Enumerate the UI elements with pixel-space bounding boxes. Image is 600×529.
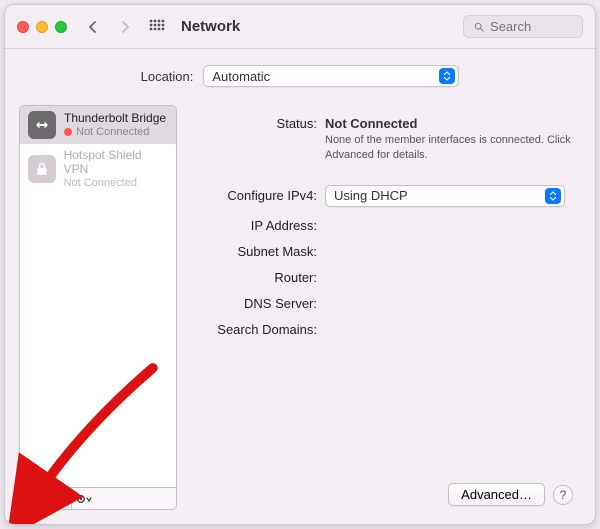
lock-icon (28, 155, 56, 183)
close-icon[interactable] (17, 21, 29, 33)
sidebar-footer (20, 487, 176, 509)
router-row: Router: (195, 267, 575, 285)
location-row: Location: Automatic (5, 49, 595, 101)
minimize-icon[interactable] (36, 21, 48, 33)
dns-server-row: DNS Server: (195, 293, 575, 311)
configure-ipv4-row: Configure IPv4: Using DHCP (195, 185, 575, 207)
router-label: Router: (195, 267, 325, 285)
sidebar-item-label: Thunderbolt Bridge (64, 112, 166, 126)
minus-icon (53, 493, 65, 505)
location-value: Automatic (212, 69, 270, 84)
sidebar-item-thunderbolt-bridge[interactable]: Thunderbolt Bridge Not Connected (20, 106, 176, 144)
search-domains-label: Search Domains: (195, 319, 325, 337)
details-panel: Status: Not Connected None of the member… (177, 105, 581, 510)
sidebar-item-hotspot-shield-vpn[interactable]: Hotspot Shield VPN Not Connected (20, 144, 176, 194)
body: Thunderbolt Bridge Not Connected Hotspot… (19, 105, 581, 510)
add-service-button[interactable] (20, 488, 46, 509)
configure-ipv4-value: Using DHCP (334, 188, 408, 203)
sidebar-item-status: Not Connected (64, 126, 166, 139)
service-actions-button[interactable] (72, 488, 98, 509)
plus-icon (27, 493, 39, 505)
configure-ipv4-select[interactable]: Using DHCP (325, 185, 565, 207)
search-field[interactable] (463, 15, 583, 38)
sidebar-item-texts: Thunderbolt Bridge Not Connected (64, 112, 166, 138)
sidebar-item-texts: Hotspot Shield VPN Not Connected (64, 149, 168, 189)
search-icon (474, 21, 484, 33)
thunderbolt-icon (28, 111, 56, 139)
page-title: Network (181, 18, 240, 35)
help-button[interactable]: ? (553, 485, 573, 505)
search-domains-row: Search Domains: (195, 319, 575, 337)
zoom-icon[interactable] (55, 21, 67, 33)
status-hint: None of the member interfaces is connect… (325, 133, 575, 163)
window-controls (17, 21, 67, 33)
show-all-button[interactable] (145, 15, 169, 39)
chevron-up-down-icon (545, 188, 561, 204)
sidebar-item-label: Hotspot Shield VPN (64, 149, 168, 177)
location-label: Location: (141, 69, 194, 84)
back-button[interactable] (81, 15, 105, 39)
status-dot-icon (64, 128, 72, 136)
service-list: Thunderbolt Bridge Not Connected Hotspot… (20, 106, 176, 487)
chevron-up-down-icon (439, 68, 455, 84)
forward-button[interactable] (113, 15, 137, 39)
sidebar-item-status: Not Connected (64, 177, 168, 190)
subnet-mask-row: Subnet Mask: (195, 241, 575, 259)
gear-dropdown-icon (76, 493, 94, 505)
bottom-bar: Advanced… ? (195, 477, 575, 510)
location-select[interactable]: Automatic (203, 65, 459, 87)
service-sidebar: Thunderbolt Bridge Not Connected Hotspot… (19, 105, 177, 510)
configure-ipv4-label: Configure IPv4: (195, 185, 325, 203)
ip-address-row: IP Address: (195, 215, 575, 233)
network-preferences-window: Network Location: Automatic (4, 4, 596, 525)
dns-server-label: DNS Server: (195, 293, 325, 311)
advanced-button[interactable]: Advanced… (448, 483, 545, 506)
status-row: Status: Not Connected None of the member… (195, 113, 575, 163)
toolbar: Network (5, 5, 595, 49)
ip-address-label: IP Address: (195, 215, 325, 233)
search-input[interactable] (490, 19, 572, 34)
subnet-mask-label: Subnet Mask: (195, 241, 325, 259)
remove-service-button[interactable] (46, 488, 72, 509)
status-label: Status: (195, 113, 325, 131)
status-value: Not Connected (325, 113, 575, 131)
